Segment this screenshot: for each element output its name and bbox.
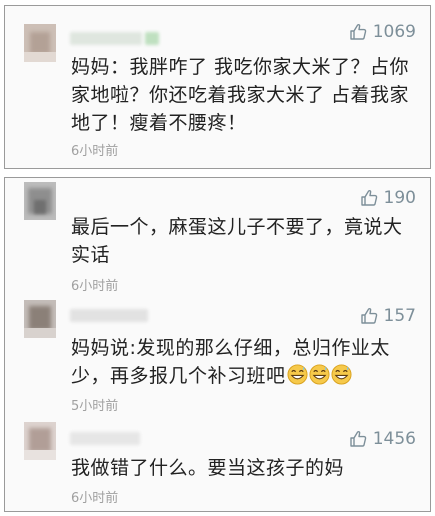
grinning-sweat-emoji-icon <box>286 364 308 385</box>
like-button[interactable]: 1069 <box>349 22 416 42</box>
thumbs-up-icon <box>360 308 377 324</box>
like-button[interactable]: 1456 <box>349 429 416 449</box>
like-button[interactable]: 157 <box>360 306 416 326</box>
timestamp: 5小时前 <box>71 399 119 414</box>
username-blurred[interactable] <box>70 32 142 45</box>
comment-text: 最后一个，麻蛋这儿子不要了，竟说大实话 <box>71 216 403 266</box>
avatar[interactable] <box>24 422 56 460</box>
timestamp: 6小时前 <box>71 279 119 294</box>
like-count: 1069 <box>372 22 416 42</box>
like-button[interactable]: 190 <box>360 188 416 208</box>
timestamp: 6小时前 <box>71 144 119 159</box>
grinning-sweat-emoji-icon <box>330 364 352 385</box>
avatar[interactable] <box>24 300 56 338</box>
comment-text: 我做错了什么。要当这孩子的妈 <box>71 457 345 479</box>
username-blurred[interactable] <box>70 309 148 322</box>
grinning-sweat-emoji-icon <box>308 364 330 385</box>
comment-panel-bottom: 190 最后一个，麻蛋这儿子不要了，竟说大实话 6小时前 157 妈妈说:发现的… <box>4 177 431 512</box>
emoji-group <box>286 364 352 387</box>
username-blurred[interactable] <box>70 432 140 445</box>
like-count: 190 <box>383 188 416 208</box>
thumbs-up-icon <box>350 431 367 447</box>
timestamp: 6小时前 <box>71 491 119 506</box>
thumbs-up-icon <box>350 24 367 40</box>
like-count: 1456 <box>372 429 416 449</box>
avatar[interactable] <box>24 24 56 62</box>
user-badge-blurred <box>145 32 159 45</box>
thumbs-up-icon <box>360 190 377 206</box>
comment-text: 妈妈：我胖咋了 我吃你家大米了？占你家地啦？你还吃着我家大米了 占着我家地了！瘦… <box>71 56 410 134</box>
avatar[interactable] <box>24 182 56 220</box>
comment-panel-top: 1069 妈妈：我胖咋了 我吃你家大米了？占你家地啦？你还吃着我家大米了 占着我… <box>4 5 431 169</box>
comment-text: 妈妈说:发现的那么仔细，总归作业太少，再多报几个补习班吧 <box>71 334 416 390</box>
like-count: 157 <box>383 306 416 326</box>
comment-screenshot: 1069 妈妈：我胖咋了 我吃你家大米了？占你家地啦？你还吃着我家大米了 占着我… <box>0 0 435 516</box>
